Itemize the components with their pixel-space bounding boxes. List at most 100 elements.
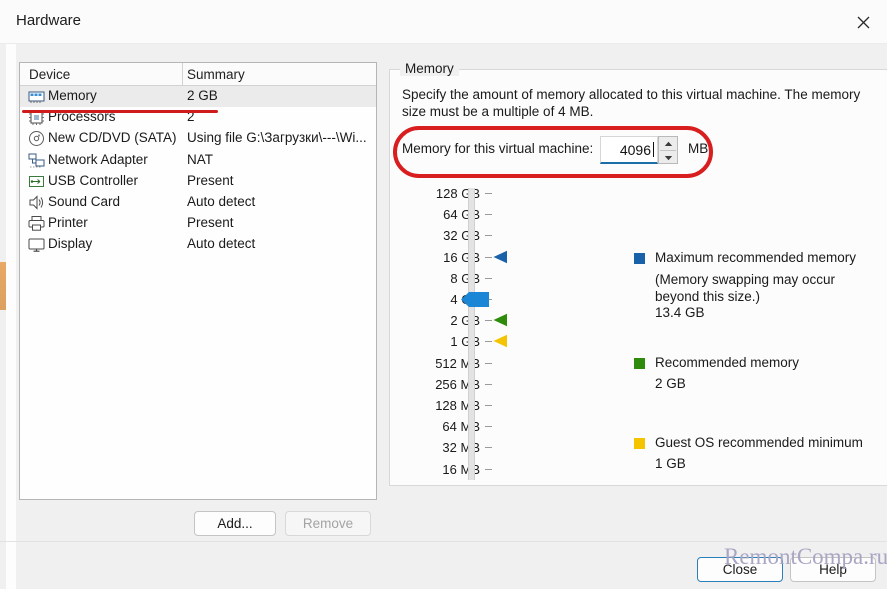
device-list-header: Device Summary [20, 63, 376, 86]
legend-note: (Memory swapping may occur beyond this s… [655, 272, 836, 304]
scale-tick-label: 2 GB [450, 313, 480, 329]
device-row-printer[interactable]: Printer Present [20, 213, 376, 234]
memory-groupbox-title: Memory [400, 61, 459, 76]
scale-tick-mark [485, 383, 492, 385]
memory-input[interactable]: 4096 [600, 136, 658, 164]
memory-scale: 128 GB64 GB32 GB16 GB8 GB4 GB2 GB1 GB512… [392, 186, 502, 481]
scale-tick-mark [485, 214, 492, 216]
column-divider[interactable] [182, 63, 183, 86]
scale-row: 128 GB [392, 186, 502, 201]
device-row-label: USB Controller [48, 172, 139, 188]
device-row-label: Sound Card [48, 193, 121, 209]
legend-title: Recommended memory [655, 355, 800, 370]
device-row-label: Network Adapter [48, 151, 148, 167]
scale-tick-mark [485, 341, 492, 343]
legend-value: 13.4 GB [655, 305, 705, 320]
device-row-summary: 2 GB [187, 88, 218, 103]
memory-field-label: Memory for this virtual machine: [402, 141, 594, 156]
scale-row: 32 GB [392, 228, 502, 243]
device-row-memory[interactable]: Memory 2 GB [20, 86, 376, 108]
scale-tick-mark [485, 320, 492, 322]
device-list[interactable]: Device Summary Memory 2 GB Processors 2 New … [19, 62, 377, 500]
device-row-summary: NAT [187, 151, 213, 167]
annotation-red-underline [22, 110, 218, 113]
scale-row: 128 MB [392, 398, 502, 413]
scale-tick-mark [485, 256, 492, 258]
device-row-new-cd-dvd-sata[interactable]: New CD/DVD (SATA) Using file G:\Загрузки\… [20, 128, 376, 149]
scale-row: 1 GB [392, 334, 502, 350]
device-row-usb-controller[interactable]: USB Controller Present [20, 171, 376, 192]
scale-tick-mark [485, 447, 492, 449]
scale-row: 32 MB [392, 440, 502, 455]
scale-tick-mark [485, 362, 492, 364]
legend-swatch-icon [634, 253, 645, 264]
site-watermark: RemontCompa.ru [724, 544, 887, 569]
legend-title: Guest OS recommended minimum [655, 435, 863, 450]
spinner-up-arrow-icon [664, 141, 672, 146]
memory-unit-label: MB [688, 141, 709, 156]
title-bar: Hardware [0, 0, 887, 44]
memory-input-value: 4096 [619, 141, 651, 158]
network-adapter-icon [28, 152, 45, 169]
device-row-label: Display [48, 236, 93, 252]
memory-description: Specify the amount of memory allocated t… [402, 87, 861, 119]
column-header-device[interactable]: Device [29, 67, 70, 82]
scale-tick-mark [485, 193, 492, 194]
legend-value: 2 GB [655, 376, 686, 391]
add-device-button[interactable]: Add... [194, 511, 276, 536]
column-header-summary[interactable]: Summary [187, 67, 245, 82]
scale-row: 512 MB [392, 356, 502, 371]
device-row-summary: Auto detect [187, 193, 256, 209]
window-title: Hardware [16, 12, 82, 29]
spinner-decrement-button[interactable] [659, 151, 677, 164]
scale-row: 256 MB [392, 377, 502, 392]
scale-tick-mark [485, 235, 492, 237]
memory-slider-thumb[interactable] [461, 291, 489, 308]
device-row-label: New CD/DVD (SATA) [48, 130, 177, 146]
scale-row: 8 GB [392, 270, 502, 286]
close-window-button[interactable] [840, 0, 887, 44]
memory-marker-2 [493, 334, 509, 348]
text-caret [653, 142, 654, 157]
memory-spinner[interactable]: 4096 [600, 136, 678, 164]
legend-title: Maximum recommended memory [655, 250, 857, 265]
spinner-down-arrow-icon [664, 155, 672, 160]
legend-swatch-icon [634, 358, 645, 369]
scale-row: 16 MB [392, 462, 502, 477]
device-row-sound-card[interactable]: Sound Card Auto detect [20, 192, 376, 213]
device-row-network-adapter[interactable]: Network Adapter NAT [20, 150, 376, 171]
scale-tick-mark [485, 405, 492, 406]
device-row-summary: Using file G:\Загрузки\---\Wi... [187, 130, 367, 146]
device-row-summary: Present [187, 172, 234, 188]
memory-marker-0 [493, 250, 509, 264]
usb-icon [28, 173, 45, 190]
spinner-increment-button[interactable] [659, 137, 677, 150]
scale-row: 64 MB [392, 419, 502, 434]
spinner-buttons [658, 136, 678, 164]
scale-row: 2 GB [392, 313, 502, 329]
printer-icon [28, 215, 45, 232]
scale-row: 64 GB [392, 207, 502, 222]
memory-marker-1 [493, 313, 509, 327]
scale-tick-mark [485, 277, 492, 279]
speaker-icon [28, 194, 45, 211]
optical-disc-icon [28, 130, 45, 147]
footer-divider [0, 541, 887, 542]
close-icon [857, 16, 870, 28]
device-row-display[interactable]: Display Auto detect [20, 234, 376, 255]
title-divider [0, 43, 887, 44]
device-row-summary: Auto detect [187, 236, 256, 252]
memory-slider-track[interactable] [468, 188, 475, 480]
device-row-summary: Present [187, 215, 234, 231]
left-rail [6, 44, 16, 589]
scale-tick-label: 1 GB [450, 334, 480, 350]
legend-value: 1 GB [655, 456, 686, 471]
scale-row: 16 GB [392, 250, 502, 265]
device-row-label: Memory [48, 88, 97, 103]
device-row-label: Printer [48, 215, 88, 231]
scale-tick-label: 8 GB [450, 270, 480, 286]
scale-tick-mark [485, 426, 492, 428]
slider-thumb-icon [461, 291, 489, 307]
hardware-dialog: Hardware Device Summary Memory 2 GB Proces… [0, 0, 887, 589]
remove-device-button[interactable]: Remove [285, 511, 371, 536]
